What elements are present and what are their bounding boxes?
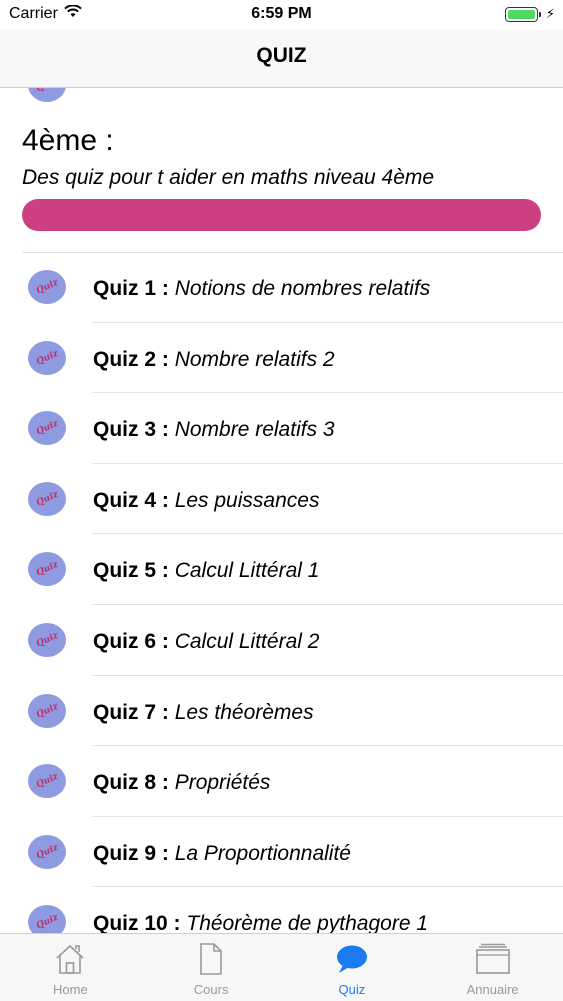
quiz-title: Théorème de pythagore 1: [186, 912, 429, 933]
quiz-list: Quiz Quiz 1 : Notions de nombres relatif…: [0, 252, 563, 933]
status-bar: Carrier 6:59 PM ⚡: [0, 0, 563, 30]
quiz-avatar-icon: Quiz: [28, 905, 66, 933]
quiz-avatar-icon: Quiz: [28, 622, 66, 657]
quiz-item-8[interactable]: Quiz Quiz 8 : Propriétés: [0, 746, 563, 817]
quiz-number: Quiz 8 :: [93, 771, 169, 795]
clock: 6:59 PM: [251, 5, 312, 22]
section-subtitle: Des quiz pour t aider en maths niveau 4è…: [22, 166, 435, 189]
quiz-label: Quiz 3 : Nombre relatifs 3: [93, 418, 335, 442]
quiz-label: Quiz 2 : Nombre relatifs 2: [93, 348, 335, 372]
quiz-avatar-icon: Quiz: [28, 481, 66, 516]
quiz-avatar-icon: Quiz: [28, 834, 66, 869]
tab-label: Cours: [193, 982, 229, 997]
tab-label: Home: [53, 982, 88, 997]
quiz-label: Quiz 7 : Les théorèmes: [93, 701, 314, 725]
quiz-label: Quiz 1 : Notions de nombres relatifs: [93, 277, 430, 301]
quiz-avatar-icon: Quiz: [28, 88, 66, 102]
quiz-avatar-icon: Quiz: [28, 764, 66, 799]
chat-bubble-icon: [335, 942, 369, 981]
tab-cours[interactable]: Cours: [141, 934, 282, 1001]
battery-indicator: ⚡: [504, 6, 555, 22]
quiz-item-2[interactable]: Quiz Quiz 2 : Nombre relatifs 2: [0, 323, 563, 394]
tab-quiz[interactable]: Quiz: [282, 934, 423, 1001]
quiz-number: Quiz 7 :: [93, 700, 169, 724]
document-icon: [197, 942, 225, 981]
quiz-content[interactable]: Quiz 4ème : Des quiz pour t aider en mat…: [0, 88, 563, 933]
quiz-item-1[interactable]: Quiz Quiz 1 : Notions de nombres relatif…: [0, 252, 563, 323]
quiz-label: Quiz 4 : Les puissances: [93, 489, 319, 513]
quiz-title: Calcul Littéral 1: [174, 559, 320, 583]
tab-bar: Home Cours Quiz Annuaire: [0, 933, 563, 1001]
quiz-avatar-icon: Quiz: [28, 340, 66, 375]
quiz-avatar-icon: Quiz: [28, 270, 66, 304]
quiz-number: Quiz 3 :: [93, 418, 169, 442]
quiz-avatar-icon: Quiz: [28, 552, 66, 587]
quiz-item-10[interactable]: Quiz Quiz 10 : Théorème de pythagore 1: [0, 887, 563, 933]
tab-label: Annuaire: [466, 982, 519, 997]
quiz-number: Quiz 5 :: [93, 559, 169, 583]
quiz-title: Les théorèmes: [174, 700, 314, 724]
quiz-item-3[interactable]: Quiz Quiz 3 : Nombre relatifs 3: [0, 393, 563, 464]
quiz-label: Quiz 6 : Calcul Littéral 2: [93, 630, 319, 654]
folder-icon: [474, 942, 512, 981]
charging-icon: ⚡: [545, 6, 555, 21]
quiz-label: Quiz 10 : Théorème de pythagore 1: [93, 912, 428, 933]
quiz-avatar-icon: Quiz: [28, 411, 66, 446]
quiz-title: Propriétés: [174, 771, 271, 795]
quiz-number: Quiz 2 :: [93, 347, 169, 371]
page-title: QUIZ: [256, 44, 307, 67]
progress-bar: [22, 199, 541, 231]
quiz-number: Quiz 9 :: [93, 841, 169, 865]
quiz-number: Quiz 10 :: [93, 912, 181, 933]
tab-annuaire[interactable]: Annuaire: [422, 934, 563, 1001]
quiz-item-5[interactable]: Quiz Quiz 5 : Calcul Littéral 1: [0, 534, 563, 605]
quiz-number: Quiz 6 :: [93, 629, 169, 653]
partial-list-item[interactable]: Quiz: [0, 88, 563, 108]
quiz-title: La Proportionnalité: [174, 841, 351, 865]
quiz-number: Quiz 4 :: [93, 488, 169, 512]
quiz-item-4[interactable]: Quiz Quiz 4 : Les puissances: [0, 464, 563, 535]
quiz-label: Quiz 5 : Calcul Littéral 1: [93, 559, 319, 583]
quiz-avatar-icon: Quiz: [28, 693, 66, 728]
quiz-title: Nombre relatifs 2: [174, 347, 335, 371]
tab-label: Quiz: [338, 982, 366, 997]
section-title: 4ème :: [22, 124, 114, 157]
quiz-label: Quiz 9 : La Proportionnalité: [93, 842, 351, 866]
quiz-title: Calcul Littéral 2: [174, 629, 320, 653]
quiz-item-9[interactable]: Quiz Quiz 9 : La Proportionnalité: [0, 817, 563, 888]
quiz-title: Notions de nombres relatifs: [174, 277, 431, 300]
navigation-bar: QUIZ: [0, 30, 563, 88]
battery-icon: [504, 6, 541, 22]
quiz-title: Nombre relatifs 3: [174, 418, 335, 442]
level-section-header: 4ème : Des quiz pour t aider en maths ni…: [0, 108, 563, 253]
quiz-item-7[interactable]: Quiz Quiz 7 : Les théorèmes: [0, 676, 563, 747]
quiz-title: Les puissances: [174, 488, 320, 512]
quiz-label: Quiz 8 : Propriétés: [93, 771, 270, 795]
quiz-item-6[interactable]: Quiz Quiz 6 : Calcul Littéral 2: [0, 605, 563, 676]
tab-home[interactable]: Home: [0, 934, 141, 1001]
quiz-number: Quiz 1 :: [93, 277, 169, 300]
home-icon: [54, 942, 86, 981]
